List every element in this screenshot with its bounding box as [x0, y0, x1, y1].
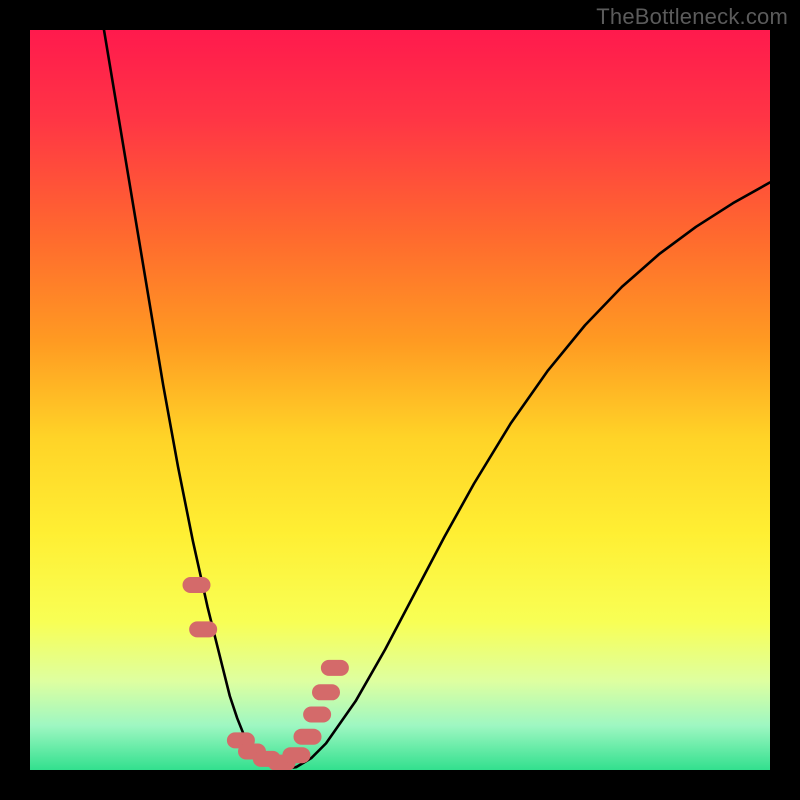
chart-frame: TheBottleneck.com [0, 0, 800, 800]
curve-marker [321, 660, 349, 676]
chart-svg [30, 30, 770, 770]
plot-area [30, 30, 770, 770]
curve-marker [312, 684, 340, 700]
watermark-text: TheBottleneck.com [596, 4, 788, 30]
gradient-background [30, 30, 770, 770]
curve-marker [303, 707, 331, 723]
curve-marker [189, 621, 217, 637]
curve-marker [183, 577, 211, 593]
curve-marker [282, 747, 310, 763]
curve-marker [294, 729, 322, 745]
